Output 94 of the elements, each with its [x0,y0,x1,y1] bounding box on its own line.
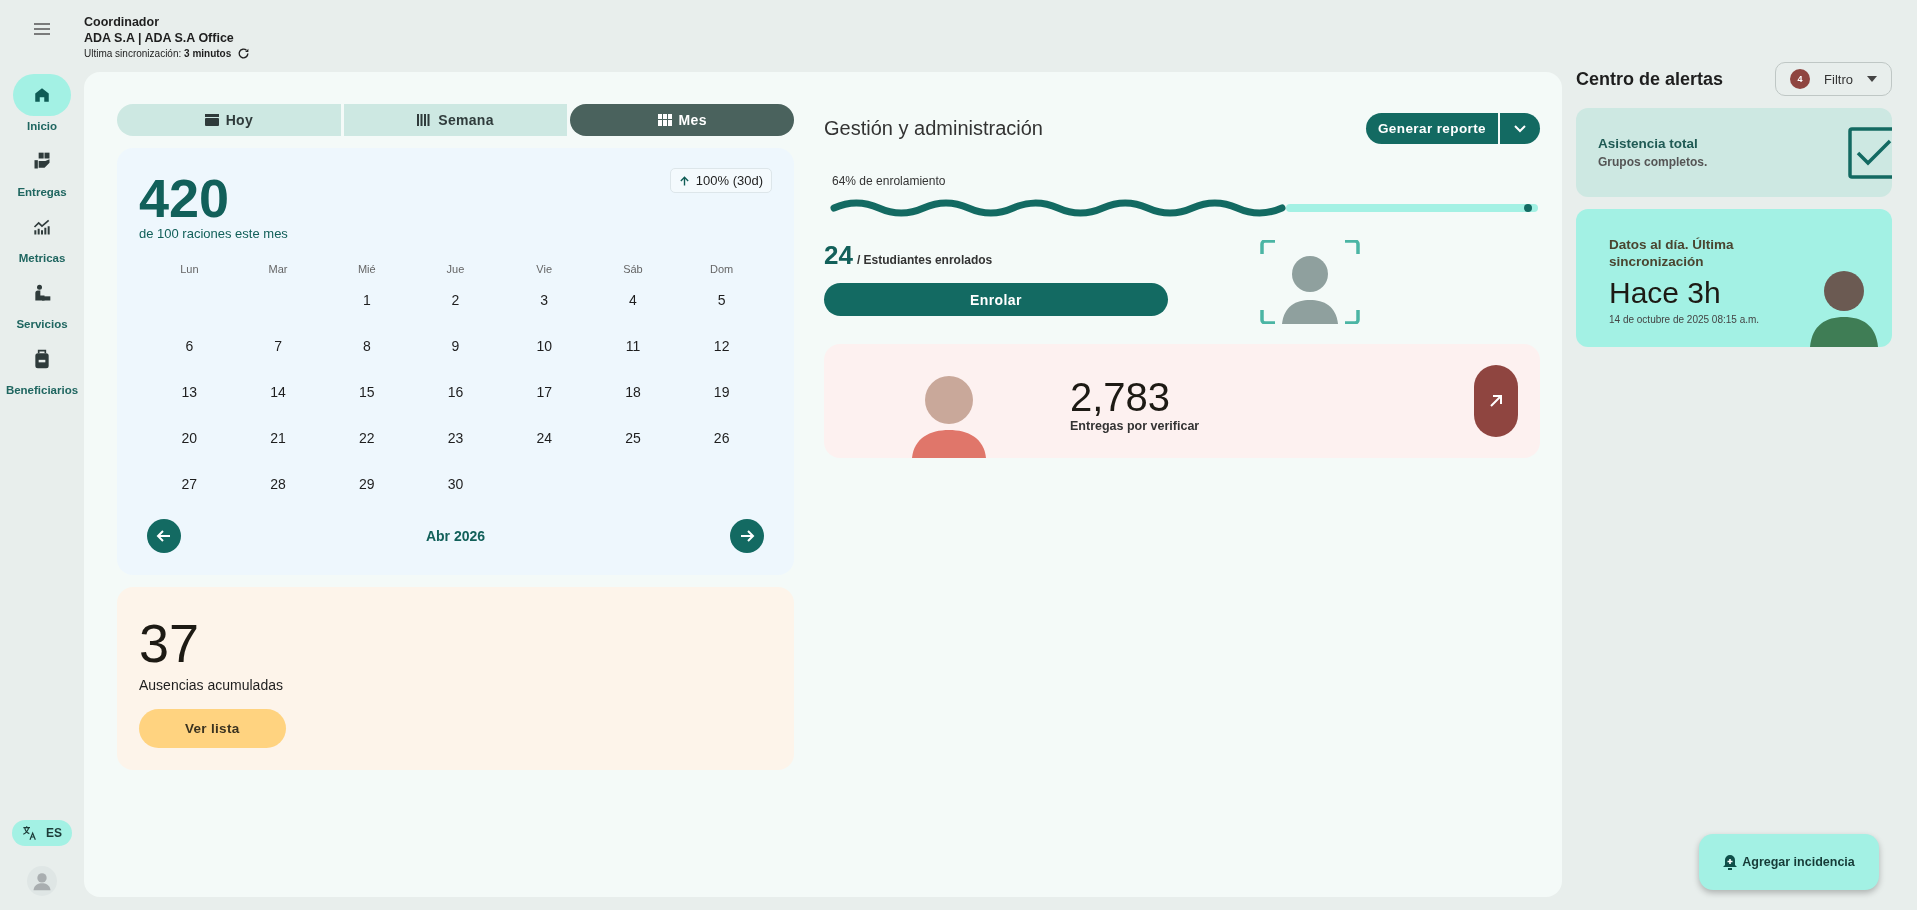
person-desk-icon [32,283,52,303]
calendar-day[interactable]: 6 [145,331,234,377]
calendar-day[interactable]: 11 [588,331,678,377]
organization-name: ADA S.A | ADA S.A Office [84,30,235,46]
nav-item[interactable]: Metricas [5,206,79,264]
user-role: Coordinador [84,14,160,30]
calendar-day[interactable]: 30 [411,469,500,515]
weekday-label: Sáb [622,263,644,277]
calendar-day[interactable]: 8 [322,331,412,377]
bell-plus-icon [1723,854,1738,870]
generate-report-button[interactable]: Generar reporte [1365,113,1498,144]
month-label: Abr 2026 [425,528,486,544]
open-button[interactable] [1474,365,1518,437]
arrow-left-icon [156,528,172,544]
calendar-day[interactable]: 20 [145,423,234,469]
calendar-day[interactable]: 2 [411,285,500,331]
sync-label: Ultima sincronización: 3 minutos [84,48,232,59]
nav-item[interactable]: Entregas [5,140,79,198]
view-list-button[interactable]: Ver lista [139,709,286,748]
count-badge: 4 [1790,69,1811,89]
weekday-label: Vie [535,263,554,277]
calendar-day[interactable]: 22 [322,423,412,469]
calendar-day[interactable]: 5 [677,285,766,331]
chart-icon [32,217,52,237]
nav-item[interactable]: Beneficiarios [5,338,79,396]
hand-box-icon [32,151,52,171]
enrolled-count: 24 [824,240,853,271]
calendar-day[interactable]: 23 [411,423,500,469]
calendar-day[interactable]: 17 [499,377,589,423]
next-month-button[interactable] [730,519,764,553]
enrollment-label: 64% de enrolamiento [832,174,947,188]
calendar-day[interactable]: 26 [677,423,766,469]
calendar-day[interactable]: 10 [499,331,589,377]
calendar-day[interactable]: 4 [588,285,678,331]
day-view-icon [204,113,219,127]
arrow-right-icon [739,528,755,544]
calendar-day[interactable]: 7 [233,331,323,377]
weekday-label: Dom [709,263,735,277]
weekday-label: Mié [356,263,377,277]
nav-item[interactable]: Servicios [5,272,79,330]
rations-caption: de 100 raciones este mes [139,226,288,241]
enrolled-label: / Estudiantes enrolados [856,253,993,267]
alerts-title: Centro de alertas [1576,68,1724,90]
calendar-day[interactable]: 24 [499,423,589,469]
alert-text: Grupos completos. [1598,155,1708,169]
calendar-day[interactable]: 14 [233,377,323,423]
calendar-day[interactable]: 27 [145,469,234,515]
language-button[interactable]: ES [12,820,72,846]
sync-time: Hace 3h [1609,275,1722,310]
calendar-day[interactable]: 25 [588,423,678,469]
chevron-down-icon [1514,124,1526,133]
translate-icon [22,825,38,841]
view-tab[interactable]: Semana [343,104,568,136]
section-title: Gestión y administración [824,117,1043,140]
calendar-day[interactable]: 1 [322,285,412,331]
deliveries-caption: Entregas por verificar [1070,419,1200,433]
refresh-icon[interactable] [237,47,251,60]
sync-date: 14 de octubre de 2025 08:15 a.m. [1609,313,1760,325]
calendar-day[interactable]: 28 [233,469,323,515]
weekday-label: Mar [267,263,289,277]
weekday-label: Jue [445,263,466,277]
calendar-day[interactable]: 18 [588,377,678,423]
rations-count: 420 [139,170,231,226]
deliveries-count: 2,783 [1070,375,1172,419]
alert-title: Datos al día. Última sincronización [1609,235,1735,270]
calendar-day[interactable]: 3 [499,285,589,331]
calendar-day[interactable]: 16 [411,377,500,423]
calendar-day[interactable]: 12 [677,331,766,377]
calendar-day[interactable]: 21 [233,423,323,469]
alert-title: Asistencia total [1598,136,1699,151]
arrow-up-icon [678,174,690,187]
absences-caption: Ausencias acumuladas [139,677,284,693]
view-tab[interactable]: Mes [570,104,794,136]
week-view-icon [417,114,432,126]
previous-month-button[interactable] [147,519,181,553]
checkbox-icon [1848,126,1892,179]
arrow-up-right-icon [1489,394,1503,408]
dropdown-caret-icon [1867,76,1877,82]
add-incident-button[interactable]: Agregar incidencia [1699,834,1879,890]
calendar-day[interactable]: 15 [322,377,412,423]
view-tab[interactable]: Hoy [117,104,341,136]
calendar-day[interactable]: 13 [145,377,234,423]
calendar-day[interactable]: 9 [411,331,500,377]
trend-value: 100% (30d) [695,173,763,188]
calendar-day[interactable]: 19 [677,377,766,423]
report-options-button[interactable] [1500,113,1540,144]
home-icon [33,86,51,104]
filter-button[interactable]: 4 Filtro [1775,62,1892,96]
month-view-icon [657,114,672,126]
enroll-button[interactable]: Enrolar [824,283,1168,316]
absences-count: 37 [139,615,201,671]
calendar-day[interactable]: 29 [322,469,412,515]
backpack-icon [33,349,51,369]
weekday-label: Lun [179,263,200,277]
